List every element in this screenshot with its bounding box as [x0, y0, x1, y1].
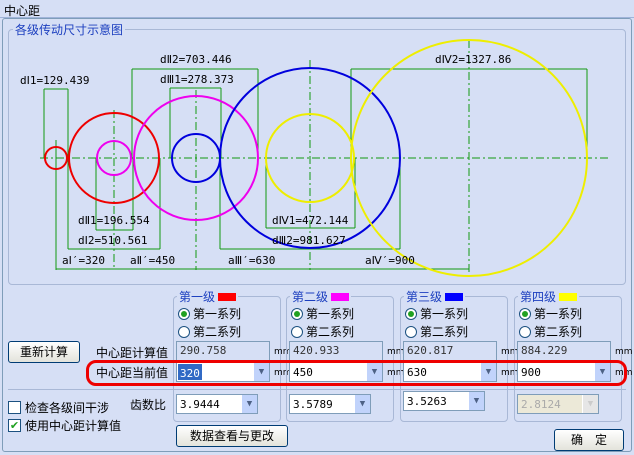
label-dII2: dⅡ2=703.446 [160, 53, 232, 66]
label-aIV: aⅣ′=900 [365, 254, 415, 267]
stage-color-swatch [218, 292, 237, 301]
radio-label: 第一系列 [534, 307, 583, 321]
ratio-combo[interactable]: 3.5263 ▼ [403, 391, 485, 411]
radio-button[interactable] [405, 325, 417, 338]
data-view-button[interactable]: 数据查看与更改 [176, 425, 288, 447]
unit-label: mm [615, 347, 633, 357]
radio-label: 第二系列 [534, 325, 583, 339]
label-dI2: dⅠ2=510.561 [78, 234, 147, 247]
radio-series-2[interactable]: 第二系列 [291, 323, 354, 340]
radio-series-2[interactable]: 第二系列 [519, 323, 582, 340]
check-use-calc[interactable]: ✔ 使用中心距计算值 [8, 417, 121, 434]
radio-button[interactable] [291, 307, 303, 320]
label-dIV2: dⅣ2=1327.86 [435, 53, 511, 66]
radio-label: 第一系列 [193, 307, 242, 321]
stage-2-header: 第二级 [290, 288, 352, 305]
radio-series-1[interactable]: 第一系列 [291, 305, 354, 322]
radio-series-1[interactable]: 第一系列 [178, 305, 241, 322]
ok-button[interactable]: 确 定 [554, 429, 624, 451]
check-interference-label: 检查各级间干涉 [25, 401, 110, 415]
label-dIV1: dⅣ1=472.144 [272, 214, 349, 227]
radio-series-1[interactable]: 第一系列 [519, 305, 582, 322]
calc-value-field: 290.758 [176, 341, 270, 361]
chevron-down-icon[interactable]: ▼ [468, 392, 484, 410]
check-use-calc-label: 使用中心距计算值 [25, 419, 122, 433]
stage-title: 第一级 [179, 290, 216, 304]
label-dIII2: dⅢ2=981.627 [272, 234, 346, 247]
radio-button[interactable] [291, 325, 303, 338]
checkbox-interference[interactable] [8, 401, 21, 414]
recalculate-button[interactable]: 重新计算 [8, 341, 80, 363]
radio-label: 第一系列 [306, 307, 355, 321]
radio-series-1[interactable]: 第一系列 [405, 305, 468, 322]
label-aII: aⅡ′=450 [130, 254, 175, 267]
label-dIII1: dⅢ1=278.373 [160, 73, 234, 86]
gear-diagram: dⅠ1=129.439 dⅡ2=703.446 dⅢ1=278.373 dⅣ2=… [20, 39, 610, 277]
chevron-down-icon[interactable]: ▼ [354, 395, 370, 413]
ratio-value[interactable]: 3.9444 [177, 395, 241, 413]
label-aI: aⅠ′=320 [62, 254, 105, 267]
stage-color-swatch [559, 292, 578, 301]
stage-title: 第二级 [292, 290, 329, 304]
stage-1-header: 第一级 [177, 288, 239, 305]
ratio-combo[interactable]: 3.9444 ▼ [176, 394, 258, 414]
label-dII1: dⅡ1=196.554 [78, 214, 150, 227]
radio-button[interactable] [519, 307, 531, 320]
calc-value-label: 中心距计算值 [96, 346, 169, 360]
radio-button[interactable] [405, 307, 417, 320]
highlight-box [86, 360, 627, 386]
radio-label: 第二系列 [306, 325, 355, 339]
radio-button[interactable] [178, 307, 190, 320]
stage-3-header: 第三级 [404, 288, 466, 305]
radio-button[interactable] [178, 325, 190, 338]
stage-title: 第四级 [520, 290, 557, 304]
ratio-value[interactable]: 3.5789 [290, 395, 354, 413]
radio-label: 第二系列 [193, 325, 242, 339]
radio-button[interactable] [519, 325, 531, 338]
chevron-down-icon[interactable]: ▼ [241, 395, 257, 413]
calc-value-field: 420.933 [289, 341, 383, 361]
stage-4-header: 第四级 [518, 288, 580, 305]
ratio-value: 2.8124 [521, 398, 561, 411]
label-dI1: dⅠ1=129.439 [20, 74, 89, 87]
calc-value-field: 884.229 [517, 341, 611, 361]
check-interference[interactable]: 检查各级间干涉 [8, 399, 109, 416]
calc-value-field: 620.817 [403, 341, 497, 361]
chevron-down-icon: ▼ [582, 395, 598, 413]
stage-color-swatch [331, 292, 350, 301]
stage-title: 第三级 [406, 290, 443, 304]
ratio-combo: 2.8124 ▼ [517, 394, 599, 414]
ratio-value[interactable]: 3.5263 [404, 392, 468, 410]
divider [8, 389, 626, 390]
label-aIII: aⅢ′=630 [228, 254, 275, 267]
ratio-label: 齿数比 [130, 398, 167, 412]
radio-label: 第一系列 [420, 307, 469, 321]
ratio-combo[interactable]: 3.5789 ▼ [289, 394, 371, 414]
radio-series-2[interactable]: 第二系列 [405, 323, 468, 340]
radio-series-2[interactable]: 第二系列 [178, 323, 241, 340]
radio-label: 第二系列 [420, 325, 469, 339]
checkbox-use-calc[interactable]: ✔ [8, 419, 21, 432]
stage-color-swatch [445, 292, 464, 301]
